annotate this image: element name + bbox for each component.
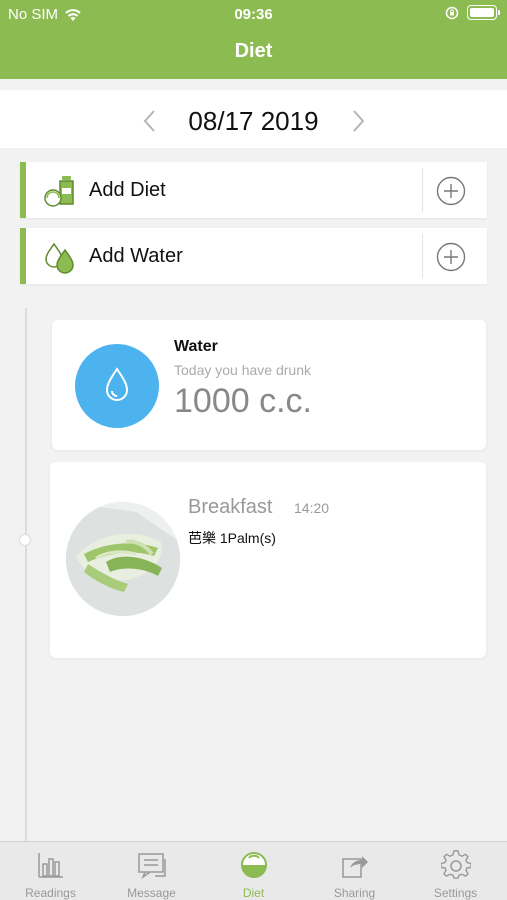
meal-time: 14:20 <box>294 500 330 516</box>
message-icon <box>138 853 166 880</box>
timeline-line <box>25 308 27 843</box>
row-accent <box>20 228 26 284</box>
battery-icon <box>467 5 500 20</box>
header-bar: No SIM 09:36 Diet <box>0 0 507 79</box>
page-title: Diet <box>234 40 273 62</box>
add-water-plus-button[interactable] <box>436 242 466 272</box>
gear-icon <box>441 850 471 879</box>
bar-chart-icon <box>38 853 63 878</box>
meal-card[interactable]: Breakfast 14:20 芭樂 1Palm(s) <box>50 462 486 658</box>
meal-item: 芭樂 1Palm(s) <box>188 530 276 546</box>
water-drop-badge <box>75 344 159 428</box>
row-divider <box>422 168 423 212</box>
row-divider <box>422 234 423 278</box>
tab-label: Message <box>127 886 176 900</box>
row-accent <box>20 162 26 218</box>
status-time: 09:36 <box>234 6 273 23</box>
add-diet-plus-button[interactable] <box>436 176 466 206</box>
water-amount: 1000 c.c. <box>174 382 312 420</box>
meal-photo <box>66 502 180 616</box>
status-bar: No SIM 09:36 <box>0 0 507 28</box>
meal-name: Breakfast <box>188 496 273 518</box>
add-water-row[interactable]: Add Water <box>20 228 487 284</box>
diet-bowl-icon <box>241 852 267 878</box>
date-navigator: 08/17 2019 <box>0 90 507 148</box>
water-drops-icon <box>45 242 74 274</box>
tab-label: Diet <box>242 886 265 900</box>
add-water-label: Add Water <box>89 245 183 267</box>
chevron-right-icon[interactable] <box>348 108 368 134</box>
water-summary-card[interactable]: Water Today you have drunk 1000 c.c. <box>52 320 486 450</box>
tab-message[interactable]: Message <box>101 842 202 900</box>
add-diet-label: Add Diet <box>89 179 166 201</box>
water-drop-icon <box>105 367 129 401</box>
food-bottle-icon <box>44 176 74 207</box>
orientation-lock-icon <box>445 6 459 19</box>
tab-label: Settings <box>433 886 478 900</box>
tab-bar: Readings Message Diet Sharing Settings <box>0 841 507 900</box>
tab-label: Sharing <box>333 886 376 900</box>
status-right <box>445 5 500 20</box>
water-title: Water <box>174 338 218 355</box>
tab-readings[interactable]: Readings <box>0 842 101 900</box>
current-date: 08/17 2019 <box>188 106 319 136</box>
tab-sharing[interactable]: Sharing <box>304 842 405 900</box>
timeline-dot <box>19 534 31 546</box>
tab-label: Readings <box>25 886 76 900</box>
add-diet-row[interactable]: Add Diet <box>20 162 487 218</box>
water-subtitle: Today you have drunk <box>174 362 311 378</box>
share-icon <box>342 856 368 878</box>
tab-diet[interactable]: Diet <box>203 842 304 900</box>
tab-settings[interactable]: Settings <box>405 842 506 900</box>
